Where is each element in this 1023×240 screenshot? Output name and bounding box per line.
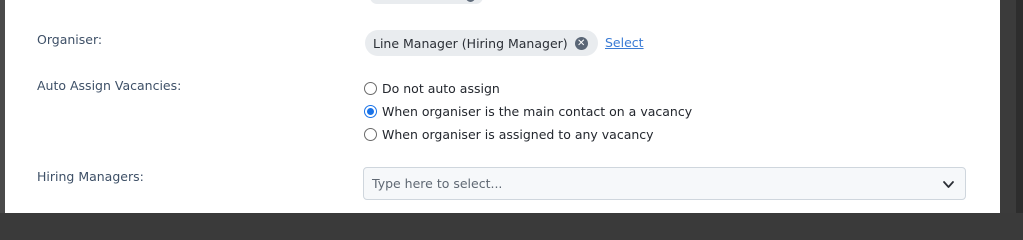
radio-button[interactable] [364, 127, 377, 141]
hiring-managers-select[interactable]: Type here to select... [363, 167, 966, 200]
organiser-chip-label: Line Manager (Hiring Manager) [373, 35, 568, 51]
radio-button[interactable] [364, 81, 377, 95]
chevron-down-icon[interactable] [942, 178, 955, 191]
partial-chip [370, 0, 483, 4]
radio-button[interactable] [364, 104, 377, 118]
close-icon[interactable] [466, 0, 475, 2]
organiser-label: Organiser: [37, 32, 103, 47]
radio-label: Do not auto assign [382, 80, 500, 96]
close-icon[interactable]: ✕ [574, 36, 588, 50]
radio-main-contact[interactable]: When organiser is the main contact on a … [364, 102, 692, 120]
auto-assign-label: Auto Assign Vacancies: [37, 78, 182, 93]
radio-label: When organiser is the main contact on a … [382, 103, 693, 119]
organiser-chip: Line Manager (Hiring Manager) ✕ [365, 30, 598, 56]
backdrop-right [1000, 0, 1023, 213]
radio-label: When organiser is assigned to any vacanc… [382, 126, 654, 142]
radio-do-not-auto-assign[interactable]: Do not auto assign [364, 79, 500, 97]
modal-panel: Organiser: Line Manager (Hiring Manager)… [5, 0, 1000, 213]
radio-any-vacancy[interactable]: When organiser is assigned to any vacanc… [364, 125, 654, 143]
select-placeholder: Type here to select... [372, 176, 503, 191]
hiring-managers-label: Hiring Managers: [37, 169, 144, 184]
select-organiser-link[interactable]: Select [605, 35, 644, 50]
